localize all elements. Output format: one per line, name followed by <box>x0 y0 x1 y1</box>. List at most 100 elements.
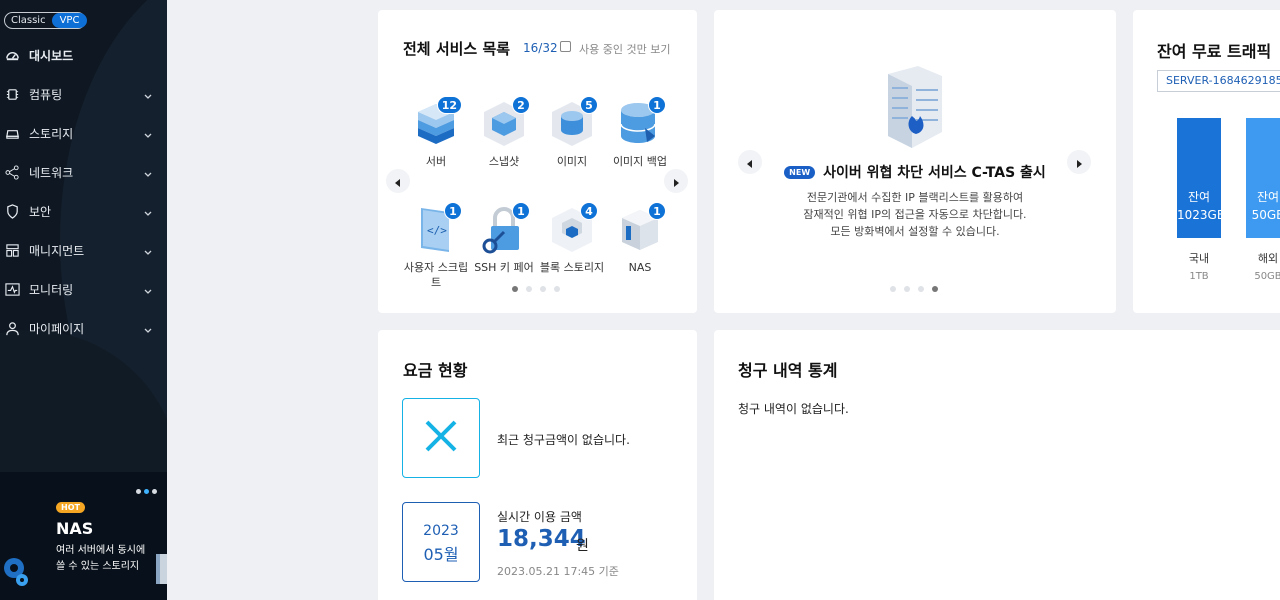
free-traffic-card: 잔여 무료 트래픽 SERVER-1684629185 잔여 1023GB 잔여… <box>1133 10 1280 313</box>
sidebar-item-label: 네트워크 <box>29 166 74 180</box>
service-label: NAS <box>628 261 652 274</box>
service-badge: 12 <box>436 96 462 114</box>
network-icon <box>4 165 20 181</box>
sidebar-item-mypage[interactable]: 마이페이지 <box>0 309 167 348</box>
sidebar-item-computing[interactable]: 컴퓨팅 <box>0 75 167 114</box>
banner-description: 전문기관에서 수집한 IP 블랙리스트를 활용하여 잠재적인 위협 IP의 접근… <box>714 189 1116 240</box>
sidebar-item-network[interactable]: 네트워크 <box>0 153 167 192</box>
no-bill-box <box>402 398 480 478</box>
no-bill-message: 최근 청구금액이 없습니다. <box>497 433 630 447</box>
close-icon <box>424 419 458 457</box>
chevron-down-icon <box>144 323 152 337</box>
fee-title: 요금 현황 <box>403 361 468 380</box>
gear-icon <box>0 550 30 590</box>
services-next-button[interactable] <box>664 169 688 193</box>
amount-timestamp: 2023.05.21 17:45 기준 <box>497 565 619 578</box>
svg-text:</>: </> <box>427 224 447 237</box>
service-badge: 2 <box>512 96 530 114</box>
storage-icon <box>4 126 20 142</box>
service-item-ssh-key[interactable]: 1 SSH 키 페어 <box>469 202 539 275</box>
services-prev-button[interactable] <box>386 169 410 193</box>
realtime-label: 실시간 이용 금액 <box>497 510 582 524</box>
chevron-down-icon <box>144 284 152 298</box>
new-badge: NEW <box>784 165 816 179</box>
service-item-user-script[interactable]: </> 1 사용자 스크립트 <box>401 202 471 290</box>
bar-value: 1023GB <box>1177 208 1226 222</box>
billing-title: 청구 내역 통계 <box>738 361 838 380</box>
bar-total: 1TB <box>1189 271 1209 282</box>
billing-empty-message: 청구 내역이 없습니다. <box>738 402 849 416</box>
billing-month: 05월 <box>423 545 459 564</box>
traffic-title: 잔여 무료 트래픽 <box>1157 42 1272 61</box>
sidebar-item-security[interactable]: 보안 <box>0 192 167 231</box>
service-label: 이미지 <box>556 155 588 168</box>
service-item-nas[interactable]: 1 NAS <box>605 202 675 275</box>
bar-name: 국내 <box>1188 252 1210 265</box>
bar-caption: 잔여 <box>1187 190 1211 204</box>
billing-stats-card: 청구 내역 통계 청구 내역이 없습니다. <box>714 330 1280 600</box>
service-count: 16/32 <box>523 41 558 55</box>
sidebar-item-label: 보안 <box>29 205 52 219</box>
user-script-icon: </> 1 <box>413 202 462 256</box>
shield-icon <box>4 204 20 220</box>
sidebar-item-label: 컴퓨팅 <box>29 88 63 102</box>
currency-unit: 원 <box>576 538 589 554</box>
service-label: 사용자 스크립트 <box>403 261 469 289</box>
service-label: 스냅샷 <box>488 155 520 168</box>
service-label: 서버 <box>425 155 447 168</box>
service-list-card: 전체 서비스 목록 16/32 사용 중인 것만 보기 12 서버 2 스냅샷 … <box>378 10 697 313</box>
network-type-toggle[interactable]: Classic VPC <box>4 12 88 29</box>
notice-banner-card[interactable]: NEW 사이버 위협 차단 서비스 C-TAS 출시 전문기관에서 수집한 IP… <box>714 10 1116 313</box>
chevron-left-icon <box>395 172 401 191</box>
service-item-block-storage[interactable]: 4 블록 스토리지 <box>537 202 607 275</box>
sidebar-item-storage[interactable]: 스토리지 <box>0 114 167 153</box>
sidebar-item-monitoring[interactable]: 모니터링 <box>0 270 167 309</box>
service-label: SSH 키 페어 <box>474 261 534 274</box>
banner-desc-line: 잠재적인 위협 IP의 접근을 자동으로 차단합니다. <box>803 208 1027 221</box>
service-badge: 1 <box>648 96 666 114</box>
bar-total: 50GB <box>1254 271 1280 282</box>
image-backup-icon: 1 <box>617 96 666 150</box>
classic-toggle[interactable]: Classic <box>5 13 52 28</box>
chevron-down-icon <box>144 167 152 181</box>
chevron-right-icon <box>673 172 679 191</box>
nas-cube-icon <box>156 550 167 588</box>
service-badge: 5 <box>580 96 598 114</box>
service-item-server[interactable]: 12 서버 <box>401 96 471 169</box>
service-badge: 1 <box>512 202 530 220</box>
sidebar-item-management[interactable]: 매니지먼트 <box>0 231 167 270</box>
chevron-down-icon <box>144 206 152 220</box>
billing-month-box: 2023 05월 <box>402 502 480 582</box>
service-item-snapshot[interactable]: 2 스냅샷 <box>469 96 539 169</box>
in-use-only-checkbox[interactable] <box>560 41 571 52</box>
sidebar-item-label: 스토리지 <box>29 127 74 141</box>
server-select[interactable]: SERVER-1684629185 <box>1157 70 1280 92</box>
service-item-image[interactable]: 5 이미지 <box>537 96 607 169</box>
chevron-down-icon <box>144 245 152 259</box>
domestic-traffic-bar: 잔여 1023GB <box>1177 118 1226 238</box>
management-icon <box>4 243 20 259</box>
service-badge: 1 <box>648 202 666 220</box>
services-pager[interactable] <box>512 286 560 292</box>
user-icon <box>4 321 20 337</box>
server-icon: 12 <box>413 96 462 150</box>
bar-value: 50GB <box>1251 208 1280 222</box>
promo-pager[interactable] <box>136 489 157 494</box>
service-item-image-backup[interactable]: 1 이미지 백업 <box>605 96 675 169</box>
sidebar: Classic VPC 대시보드 컴퓨팅 스토리지 네트워크 보안 매니지먼트 … <box>0 0 167 600</box>
image-icon: 5 <box>549 96 598 150</box>
promo-description: 여러 서버에서 동시에 쓸 수 있는 스토리지 <box>56 545 146 572</box>
bar-caption: 잔여 <box>1256 190 1280 204</box>
nas-icon: 1 <box>617 202 666 256</box>
promo-title: NAS <box>56 519 94 538</box>
in-use-only-label[interactable]: 사용 중인 것만 보기 <box>579 41 670 57</box>
service-badge: 4 <box>580 202 598 220</box>
vpc-toggle[interactable]: VPC <box>51 13 88 28</box>
sidebar-item-label: 마이페이지 <box>29 322 85 336</box>
sidebar-item-dashboard[interactable]: 대시보드 <box>0 36 167 75</box>
realtime-amount: 18,344 <box>497 526 586 552</box>
sidebar-item-label: 매니지먼트 <box>29 244 85 258</box>
domestic-label: 국내 1TB <box>1177 250 1221 286</box>
firewall-icon <box>882 64 946 154</box>
banner-pager[interactable] <box>890 286 938 292</box>
